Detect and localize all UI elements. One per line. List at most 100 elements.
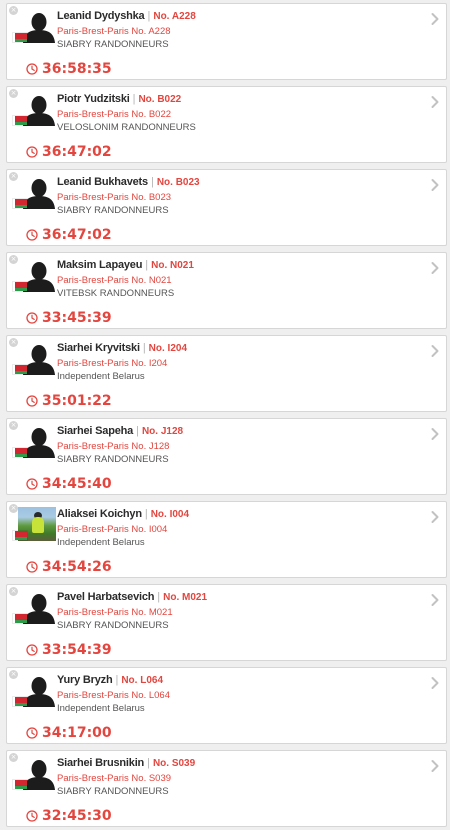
bib-number: No. A228 xyxy=(153,11,196,22)
rider-card[interactable]: × Siarhei Brusnikin | No. S039 Paris-Brest-P… xyxy=(6,750,447,827)
chevron-right-icon[interactable] xyxy=(430,95,440,109)
finish-time-row: 34:45:40 xyxy=(26,476,112,492)
finish-time-row: 36:58:35 xyxy=(26,61,112,77)
rider-title: Yury Bryzh | No. L064 xyxy=(57,674,163,687)
event-name: Paris-Brest-Paris No. S039 xyxy=(57,773,172,784)
chevron-right-icon[interactable] xyxy=(430,12,440,26)
rider-name[interactable]: Pavel Harbatsevich xyxy=(57,591,154,603)
bib-number: No. L064 xyxy=(121,675,164,686)
club-name: SIABRY RANDONNEURS xyxy=(57,39,169,50)
finish-time: 34:17:00 xyxy=(42,725,112,741)
rider-name[interactable]: Aliaksei Koichyn xyxy=(57,508,142,520)
event-name: Paris-Brest-Paris No. A228 xyxy=(57,26,171,37)
separator: | xyxy=(147,10,151,22)
close-icon[interactable]: × xyxy=(9,504,18,513)
rider-title: Aliaksei Koichyn | No. I004 xyxy=(57,508,189,521)
finish-time: 34:54:26 xyxy=(42,559,112,575)
rider-name[interactable]: Yury Bryzh xyxy=(57,674,113,686)
rider-name[interactable]: Siarhei Brusnikin xyxy=(57,757,144,769)
rider-name[interactable]: Siarhei Kryvitski xyxy=(57,342,140,354)
finish-time-row: 32:45:30 xyxy=(26,808,112,824)
finish-time-row: 33:54:39 xyxy=(26,642,112,658)
chevron-right-icon[interactable] xyxy=(430,344,440,358)
bib-number: No. B022 xyxy=(138,94,182,105)
close-icon[interactable]: × xyxy=(9,255,18,264)
bib-number: No. B023 xyxy=(156,177,200,188)
separator: | xyxy=(144,508,148,520)
clock-icon xyxy=(26,312,38,324)
rider-name[interactable]: Leanid Dydyshka xyxy=(57,10,145,22)
bib-number: No. I004 xyxy=(150,509,190,520)
clock-icon xyxy=(26,395,38,407)
rider-card[interactable]: × Aliaksei Koichyn | No. I004 Paris-Brest-Pa… xyxy=(6,501,447,578)
belarus-flag-icon xyxy=(13,199,27,208)
rider-title: Leanid Bukhavets | No. B023 xyxy=(57,176,200,189)
close-icon[interactable]: × xyxy=(9,587,18,596)
rider-title: Leanid Dydyshka | No. A228 xyxy=(57,10,196,23)
chevron-right-icon[interactable] xyxy=(430,676,440,690)
close-icon[interactable]: × xyxy=(9,6,18,15)
club-name: SIABRY RANDONNEURS xyxy=(57,454,169,465)
event-name: Paris-Brest-Paris No. N021 xyxy=(57,275,172,286)
bib-number: No. I204 xyxy=(148,343,188,354)
finish-time: 36:47:02 xyxy=(42,227,112,243)
belarus-flag-icon xyxy=(13,780,27,789)
belarus-flag-icon xyxy=(13,531,27,540)
rider-card[interactable]: × Yury Bryzh | No. L064 Paris-Brest-Paris No… xyxy=(6,667,447,744)
rider-name[interactable]: Siarhei Sapeha xyxy=(57,425,133,437)
clock-icon xyxy=(26,727,38,739)
separator: | xyxy=(115,674,119,686)
clock-icon xyxy=(26,478,38,490)
bib-number: No. N021 xyxy=(151,260,194,271)
rider-card[interactable]: × Siarhei Sapeha | No. J128 Paris-Brest-Pari… xyxy=(6,418,447,495)
clock-icon xyxy=(26,644,38,656)
belarus-flag-icon xyxy=(13,697,27,706)
separator: | xyxy=(145,259,149,271)
finish-time-row: 36:47:02 xyxy=(26,144,112,160)
rider-title: Siarhei Kryvitski | No. I204 xyxy=(57,342,187,355)
chevron-right-icon[interactable] xyxy=(430,510,440,524)
rider-card[interactable]: × Pavel Harbatsevich | No. M021 Paris-Brest-… xyxy=(6,584,447,661)
event-name: Paris-Brest-Paris No. B022 xyxy=(57,109,172,120)
finish-time: 34:45:40 xyxy=(42,476,112,492)
event-name: Paris-Brest-Paris No. I004 xyxy=(57,524,168,535)
club-name: Independent Belarus xyxy=(57,537,145,548)
close-icon[interactable]: × xyxy=(9,753,18,762)
rider-card[interactable]: × Piotr Yudzitski | No. B022 Paris-Brest-Par… xyxy=(6,86,447,163)
close-icon[interactable]: × xyxy=(9,172,18,181)
chevron-right-icon[interactable] xyxy=(430,593,440,607)
rider-card[interactable]: × Siarhei Kryvitski | No. I204 Paris-Brest-P… xyxy=(6,335,447,412)
belarus-flag-icon xyxy=(13,614,27,623)
chevron-right-icon[interactable] xyxy=(430,427,440,441)
rider-card[interactable]: × Leanid Dydyshka | No. A228 Paris-Brest-Par… xyxy=(6,3,447,80)
rider-name[interactable]: Piotr Yudzitski xyxy=(57,93,130,105)
finish-time-row: 36:47:02 xyxy=(26,227,112,243)
club-name: SIABRY RANDONNEURS xyxy=(57,205,169,216)
club-name: Independent Belarus xyxy=(57,371,145,382)
finish-time-row: 33:45:39 xyxy=(26,310,112,326)
bib-number: No. M021 xyxy=(163,592,208,603)
close-icon[interactable]: × xyxy=(9,338,18,347)
finish-time: 36:58:35 xyxy=(42,61,112,77)
clock-icon xyxy=(26,561,38,573)
belarus-flag-icon xyxy=(13,116,27,125)
bib-number: No. S039 xyxy=(152,758,196,769)
chevron-right-icon[interactable] xyxy=(430,178,440,192)
rider-card[interactable]: × Maksim Lapayeu | No. N021 Paris-Brest-Pari… xyxy=(6,252,447,329)
chevron-right-icon[interactable] xyxy=(430,759,440,773)
rider-title: Siarhei Sapeha | No. J128 xyxy=(57,425,183,438)
rider-card[interactable]: × Leanid Bukhavets | No. B023 Paris-Brest-Pa… xyxy=(6,169,447,246)
separator: | xyxy=(157,591,161,603)
close-icon[interactable]: × xyxy=(9,89,18,98)
chevron-right-icon[interactable] xyxy=(430,261,440,275)
rider-title: Siarhei Brusnikin | No. S039 xyxy=(57,757,195,770)
close-icon[interactable]: × xyxy=(9,670,18,679)
event-name: Paris-Brest-Paris No. I204 xyxy=(57,358,168,369)
close-icon[interactable]: × xyxy=(9,421,18,430)
separator: | xyxy=(142,342,146,354)
rider-title: Piotr Yudzitski | No. B022 xyxy=(57,93,181,106)
rider-name[interactable]: Leanid Bukhavets xyxy=(57,176,148,188)
rider-name[interactable]: Maksim Lapayeu xyxy=(57,259,142,271)
event-name: Paris-Brest-Paris No. B023 xyxy=(57,192,172,203)
finish-time: 32:45:30 xyxy=(42,808,112,824)
